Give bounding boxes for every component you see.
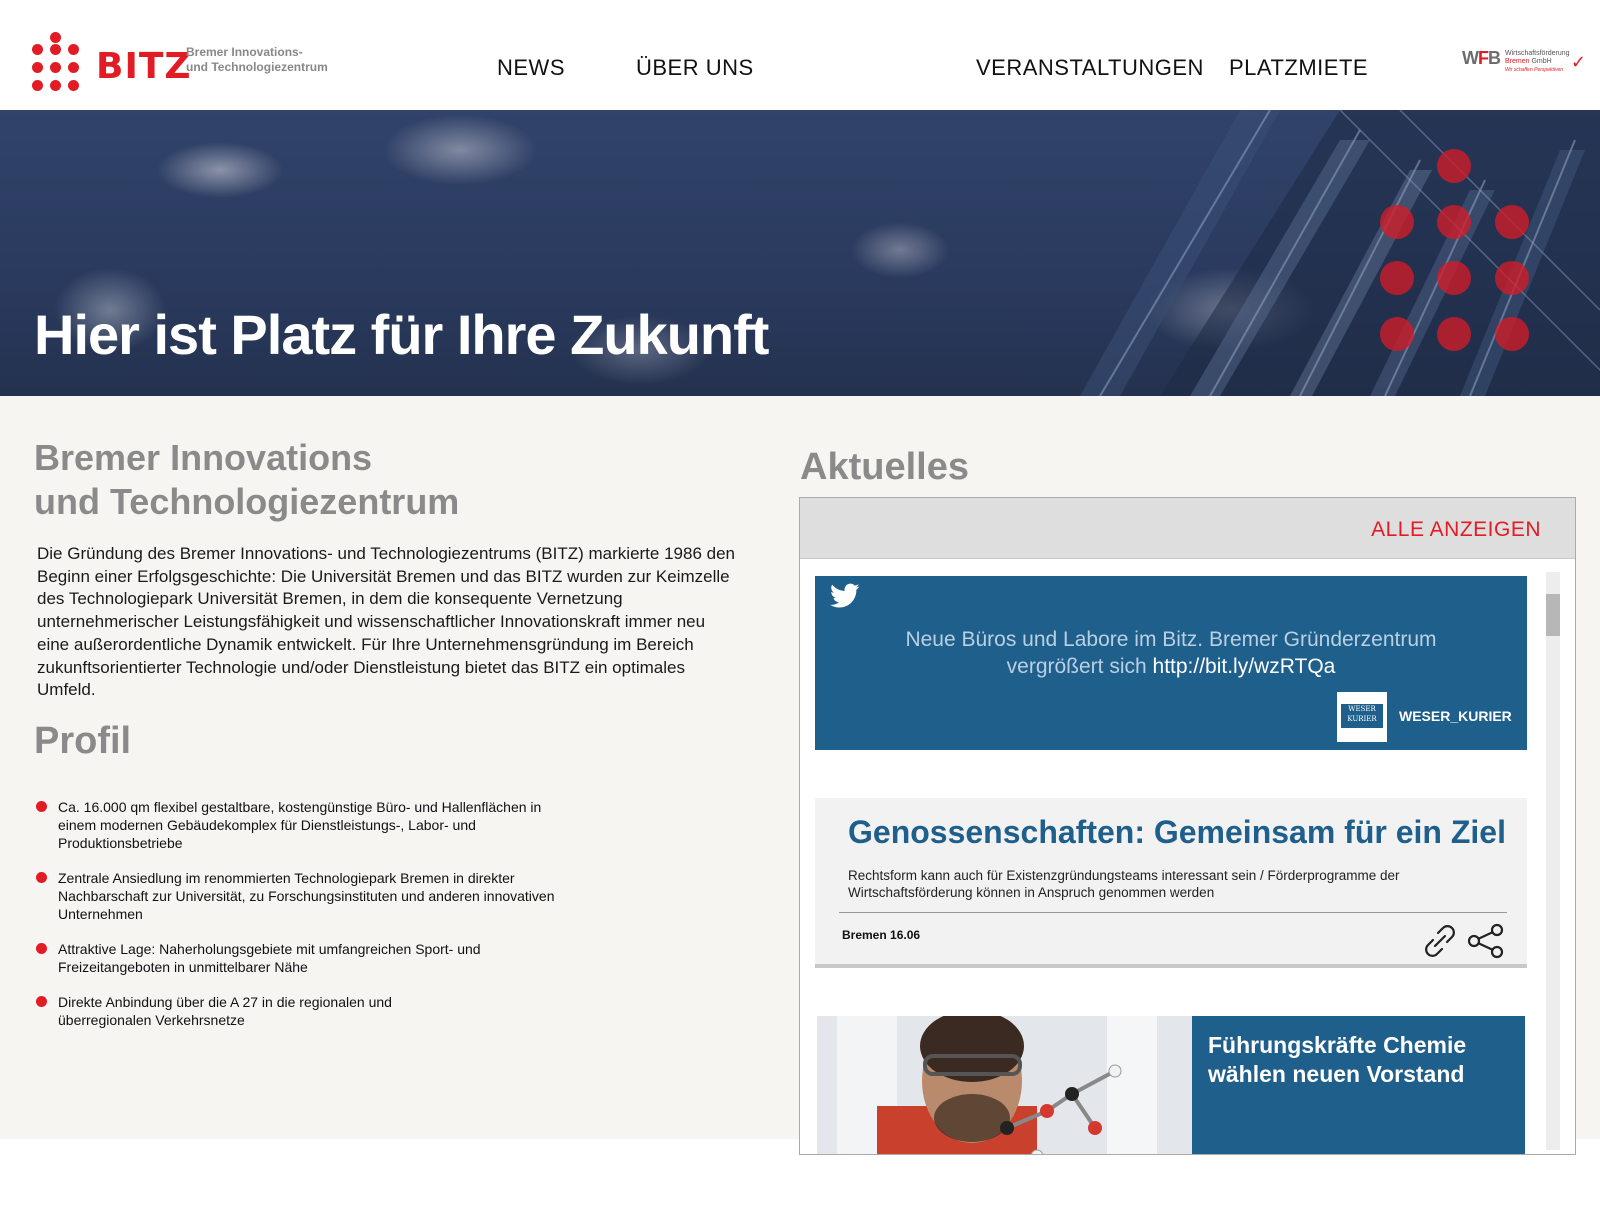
twitter-bird-icon (830, 583, 860, 608)
tweet-card[interactable]: Neue Büros und Labore im Bitz. Bremer Gr… (815, 576, 1527, 750)
nav-platzmiete[interactable]: PLATZMIETE (1229, 55, 1368, 85)
bullet-dot-icon (36, 943, 47, 954)
wfb-mark: WFB (1462, 48, 1501, 68)
bullet-dot-icon (36, 996, 47, 1007)
logo-dots-icon (32, 32, 90, 102)
logo-subtitle-line1: Bremer Innovations- (186, 45, 303, 59)
feed-scroll-area[interactable]: Neue Büros und Labore im Bitz. Bremer Gr… (800, 560, 1575, 1154)
checkmark-icon: ✓ (1570, 52, 1586, 72)
logo-subtitle: Bremer Innovations- und Technologiezentr… (186, 45, 356, 75)
list-item: Zentrale Ansiedlung im renommierten Tech… (36, 869, 556, 923)
profil-title: Profil (34, 720, 132, 762)
list-item: Direkte Anbindung über die A 27 in die r… (36, 993, 556, 1029)
intro-paragraph: Die Gründung des Bremer Innovations- und… (37, 544, 735, 700)
list-item: Attraktive Lage: Naherholungsgebiete mit… (36, 940, 556, 976)
card-title[interactable]: Führungskräfte Chemie wählen neuen Vorst… (1208, 1031, 1508, 1089)
weser-kurier-logo: WESER KURIER (1341, 704, 1383, 728)
intro-title-line2: und Technologiezentrum (34, 481, 460, 522)
news-image-card[interactable]: Führungskräfte Chemie wählen neuen Vorst… (817, 1016, 1525, 1154)
article-title[interactable]: Genossenschaften: Gemeinsam für ein Ziel (848, 814, 1506, 851)
scrollbar-thumb[interactable] (1546, 594, 1560, 636)
nav-veranstaltungen[interactable]: VERANSTALTUNGEN (976, 55, 1204, 85)
aktuelles-title: Aktuelles (800, 446, 969, 488)
intro-title: Bremer Innovations und Technologiezentru… (34, 436, 754, 524)
chemist-photo (817, 1016, 1192, 1154)
tweet-text: Neue Büros und Labore im Bitz. Bremer Gr… (905, 628, 1437, 678)
show-all-link[interactable]: ALLE ANZEIGEN (1371, 518, 1541, 542)
news-feed-panel: ALLE ANZEIGEN Neue Büros und Labore im B… (799, 497, 1576, 1155)
bullet-dot-icon (36, 801, 47, 812)
nav-ueber-uns[interactable]: ÜBER UNS (636, 55, 754, 85)
list-item: Ca. 16.000 qm flexibel gestaltbare, kost… (36, 798, 556, 852)
main-content: Bremer Innovations und Technologiezentru… (0, 396, 1600, 1155)
bitz-logo[interactable]: BITZ Bremer Innovations- und Technologie… (32, 32, 342, 104)
site-header: BITZ Bremer Innovations- und Technologie… (0, 0, 1600, 110)
feed-header: ALLE ANZEIGEN (800, 498, 1575, 559)
logo-wordmark: BITZ (96, 46, 192, 87)
nav-news[interactable]: NEWS (497, 55, 565, 85)
tweet-username[interactable]: WESER_KURIER (1399, 708, 1512, 724)
bullet-dot-icon (36, 872, 47, 883)
avatar[interactable]: WESER KURIER (1337, 692, 1387, 742)
article-card[interactable]: Genossenschaften: Gemeinsam für ein Ziel… (815, 798, 1527, 968)
divider (839, 912, 1507, 913)
logo-subtitle-line2: und Technologiezentrum (186, 60, 328, 74)
feed-scrollbar[interactable] (1546, 572, 1560, 1150)
article-meta: Bremen 16.06 (842, 928, 921, 942)
wfb-partner-logo[interactable]: WFB Wirtschaftsförderung Bremen GmbH Wir… (1462, 48, 1586, 76)
article-teaser: Rechtsform kann auch für Existenzgründun… (848, 868, 1400, 900)
profil-list: Ca. 16.000 qm flexibel gestaltbare, kost… (36, 798, 556, 1029)
tweet-link[interactable]: http://bit.ly/wzRTQa (1153, 655, 1336, 678)
hero-title: Hier ist Platz für Ihre Zukunft (34, 303, 769, 366)
glass-facade-graphic (1080, 110, 1600, 396)
share-icon[interactable] (1466, 922, 1506, 960)
link-icon[interactable] (1421, 922, 1459, 960)
intro-title-line1: Bremer Innovations (34, 437, 373, 478)
hero-banner: Hier ist Platz für Ihre Zukunft (0, 110, 1600, 396)
